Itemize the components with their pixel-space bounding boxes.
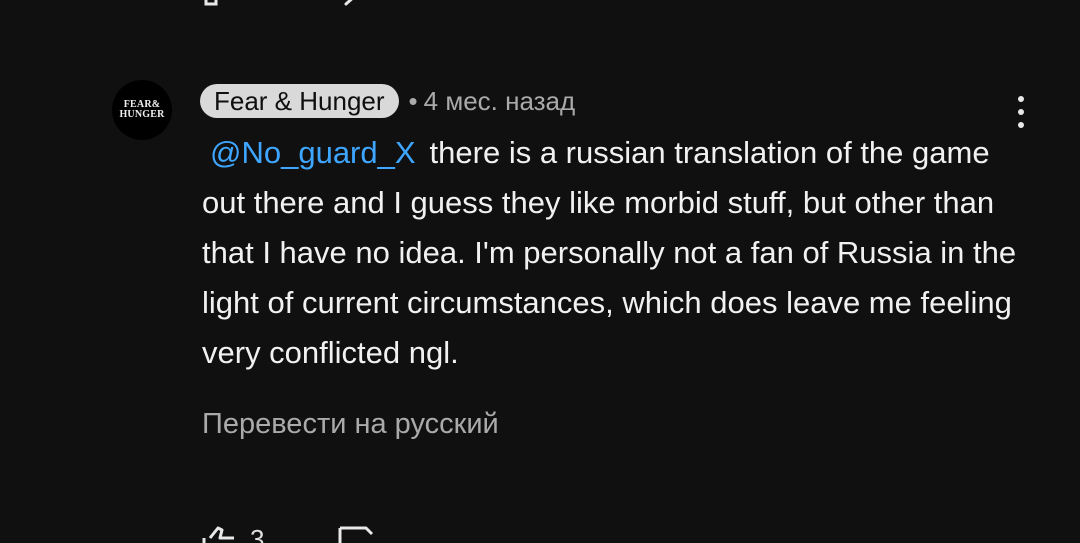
previous-comment-actions xyxy=(200,0,400,8)
like-count: 3 xyxy=(250,524,265,543)
menu-dot xyxy=(1018,109,1024,115)
comment-body: @No_guard_X there is a russian translatio… xyxy=(202,128,1022,378)
comment-timestamp: 4 мес. назад xyxy=(423,85,576,116)
avatar-text-line2: HUNGER xyxy=(119,109,165,120)
comment-screen: FEAR& HUNGER Fear & Hunger • 4 мес. наза… xyxy=(0,0,1080,543)
dislike-icon[interactable] xyxy=(336,526,376,543)
separator-dot: • xyxy=(408,85,418,116)
menu-dot xyxy=(1018,96,1024,102)
comment-header: Fear & Hunger • 4 мес. назад xyxy=(200,82,575,120)
comment-actions: 3 xyxy=(200,520,500,543)
mention-link[interactable]: @No_guard_X xyxy=(210,135,416,170)
like-icon[interactable] xyxy=(200,524,240,543)
dislike-icon[interactable] xyxy=(202,0,238,8)
edit-icon[interactable] xyxy=(340,0,370,8)
more-options-icon[interactable] xyxy=(1006,92,1036,132)
translate-button[interactable]: Перевести на русский xyxy=(202,408,499,441)
channel-avatar[interactable]: FEAR& HUNGER xyxy=(112,80,172,140)
author-chip[interactable]: Fear & Hunger xyxy=(200,84,399,118)
comment-text: there is a russian translation of the ga… xyxy=(202,135,1017,370)
